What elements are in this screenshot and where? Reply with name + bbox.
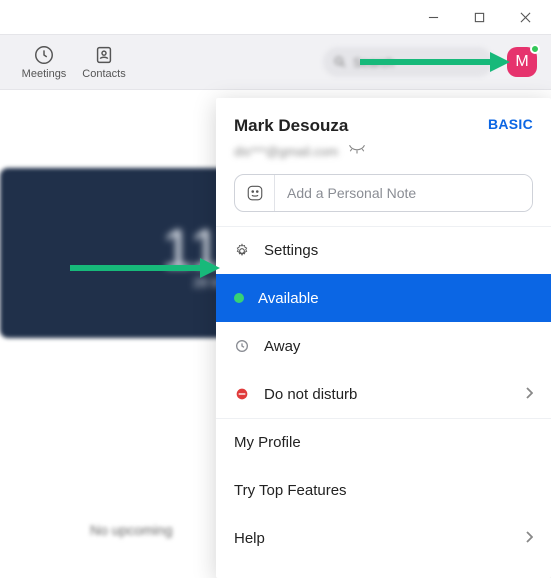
- menu-label: Do not disturb: [264, 386, 511, 403]
- menu-label: Help: [234, 530, 511, 547]
- smiley-icon: [246, 184, 264, 202]
- window-titlebar: [0, 0, 551, 34]
- menu-item-settings[interactable]: Settings: [216, 226, 551, 274]
- menu-item-top-features[interactable]: Try Top Features: [216, 466, 551, 514]
- tab-meetings-label: Meetings: [14, 68, 74, 80]
- upcoming-card: 11 28 M: [0, 168, 240, 338]
- maximize-button[interactable]: [457, 2, 501, 32]
- status-available-icon: [234, 293, 244, 303]
- menu-item-available[interactable]: Available: [216, 274, 551, 322]
- menu-label: Settings: [264, 242, 533, 259]
- reveal-email-button[interactable]: [348, 142, 366, 160]
- top-toolbar: Meetings Contacts Search M: [0, 34, 551, 90]
- tab-contacts[interactable]: Contacts: [74, 44, 134, 80]
- menu-label: My Profile: [234, 434, 533, 451]
- tab-contacts-label: Contacts: [74, 68, 134, 80]
- profile-name: Mark Desouza: [234, 116, 348, 136]
- presence-indicator-icon: [530, 44, 540, 54]
- personal-note-field[interactable]: [234, 174, 533, 212]
- chevron-right-icon: [525, 530, 533, 547]
- away-clock-icon: [234, 338, 250, 354]
- search-input[interactable]: Search: [323, 47, 493, 77]
- menu-label: Available: [258, 290, 533, 307]
- minimize-button[interactable]: [411, 2, 455, 32]
- personal-note-input[interactable]: [275, 175, 532, 211]
- emoji-picker-button[interactable]: [235, 175, 275, 211]
- gear-icon: [234, 243, 250, 259]
- clock-time: 11: [162, 216, 222, 281]
- no-upcoming-text: No upcoming: [90, 522, 173, 538]
- menu-label: Try Top Features: [234, 482, 533, 499]
- profile-avatar[interactable]: M: [507, 47, 537, 77]
- menu-label: Away: [264, 338, 533, 355]
- search-icon: [333, 55, 347, 69]
- eye-closed-icon: [348, 143, 366, 155]
- menu-item-help[interactable]: Help: [216, 514, 551, 562]
- clock-icon: [33, 44, 55, 66]
- menu-item-dnd[interactable]: Do not disturb: [216, 370, 551, 418]
- chevron-right-icon: [525, 386, 533, 403]
- tab-meetings[interactable]: Meetings: [14, 44, 74, 80]
- search-placeholder: Search: [353, 55, 394, 70]
- contacts-icon: [93, 44, 115, 66]
- avatar-initial: M: [515, 53, 528, 71]
- plan-badge: BASIC: [488, 116, 533, 132]
- close-button[interactable]: [503, 2, 547, 32]
- profile-email: dis***@gmail.com: [234, 144, 338, 159]
- menu-item-away[interactable]: Away: [216, 322, 551, 370]
- menu-item-my-profile[interactable]: My Profile: [216, 418, 551, 466]
- profile-dropdown: Mark Desouza BASIC dis***@gmail.com Sett…: [216, 98, 551, 578]
- dnd-icon: [234, 386, 250, 402]
